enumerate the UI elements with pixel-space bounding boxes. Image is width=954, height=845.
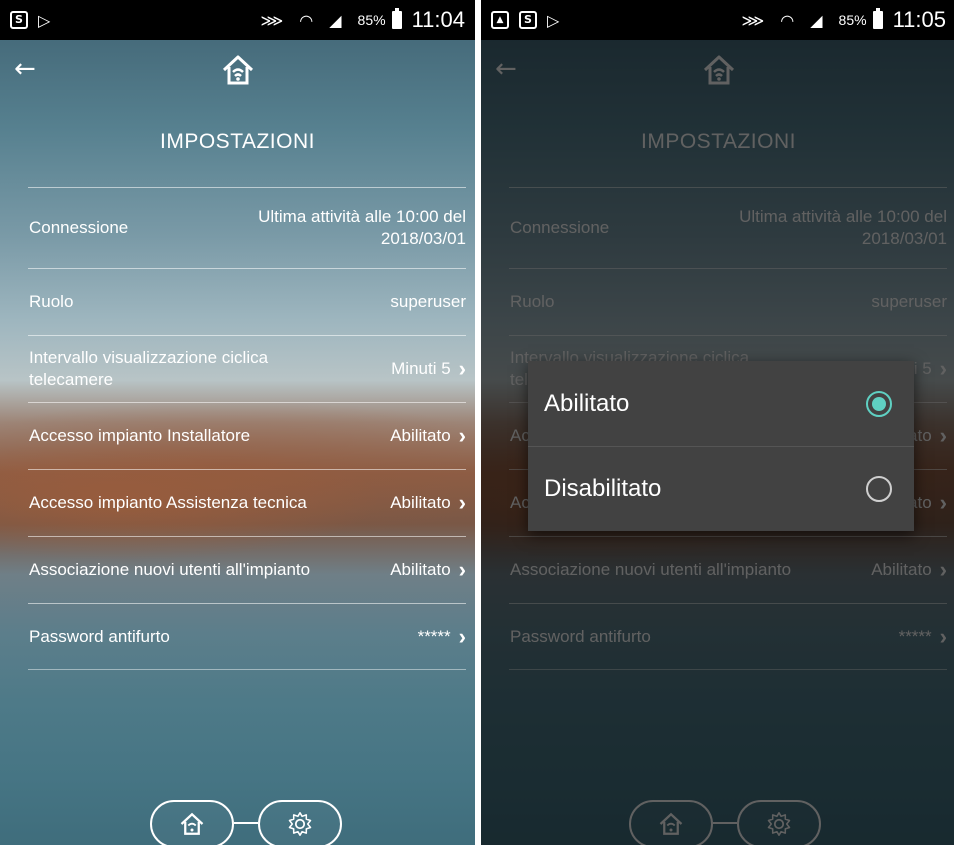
battery-icon bbox=[872, 8, 883, 29]
house-wifi-icon[interactable] bbox=[218, 50, 258, 90]
row-value: Abilitato bbox=[390, 560, 451, 579]
row-label: Accesso impianto Installatore bbox=[29, 426, 251, 445]
wifi-icon: ◠ bbox=[780, 10, 795, 30]
signal-icon: ◢ bbox=[329, 10, 342, 30]
gear-icon bbox=[288, 812, 312, 836]
back-arrow-icon[interactable]: ← bbox=[14, 54, 36, 84]
choice-dialog: Abilitato Disabilitato bbox=[528, 361, 914, 531]
status-bar: S ▷ ⋙ ◠ ◢ 85% 11:04 bbox=[0, 0, 475, 40]
settings-screen: S ▷ ⋙ ◠ ◢ 85% 11:04 ← IMPOSTAZIONI Conne… bbox=[0, 0, 475, 845]
battery-icon bbox=[391, 8, 402, 29]
app-bar: ← bbox=[0, 40, 475, 100]
row-value: Ultima attività alle 10:00 del 2018/03/0… bbox=[258, 207, 466, 248]
settings-tab[interactable] bbox=[258, 800, 342, 845]
chevron-right-icon: › bbox=[458, 356, 466, 381]
chevron-right-icon: › bbox=[458, 557, 466, 582]
mute-icon: ⋙ bbox=[741, 10, 765, 30]
home-tab[interactable] bbox=[150, 800, 234, 845]
row-label: Associazione nuovi utenti all'impianto bbox=[29, 560, 311, 579]
settings-screen-with-dialog: ▲ S ▷ ⋙ ◠ ◢ 85% 11:05 ← IMPOSTAZIONI Con… bbox=[481, 0, 954, 845]
row-ruolo: Ruolo superuser bbox=[28, 268, 466, 335]
battery-percent: 85% bbox=[838, 12, 867, 28]
row-accesso-installatore[interactable]: Accesso impianto Installatore Abilitato › bbox=[28, 402, 466, 469]
option-label: Abilitato bbox=[544, 389, 630, 417]
row-label: Ruolo bbox=[29, 292, 74, 311]
status-bar: ▲ S ▷ ⋙ ◠ ◢ 85% 11:05 bbox=[481, 0, 954, 40]
app-s-icon: S bbox=[519, 11, 537, 29]
row-value: Abilitato bbox=[390, 493, 451, 512]
row-label: Intervallo visualizzazione ciclica telec… bbox=[29, 348, 269, 389]
row-label: Connessione bbox=[29, 218, 129, 237]
row-accesso-assistenza[interactable]: Accesso impianto Assistenza tecnica Abil… bbox=[28, 469, 466, 536]
signal-icon: ◢ bbox=[810, 10, 823, 30]
row-value: Abilitato bbox=[390, 426, 451, 445]
mute-icon: ⋙ bbox=[260, 10, 284, 30]
row-value: superuser bbox=[390, 292, 466, 311]
clock: 11:05 bbox=[892, 7, 946, 32]
page-title: IMPOSTAZIONI bbox=[160, 130, 315, 153]
play-store-icon: ▷ bbox=[547, 10, 560, 30]
row-connessione: Connessione Ultima attività alle 10:00 d… bbox=[28, 187, 466, 268]
row-value: ***** bbox=[417, 626, 451, 646]
row-value: Minuti 5 bbox=[391, 359, 451, 378]
row-password-antifurto[interactable]: Password antifurto ***** › bbox=[28, 603, 466, 670]
option-label: Disabilitato bbox=[544, 475, 662, 502]
play-store-icon: ▷ bbox=[38, 10, 51, 30]
nav-connector bbox=[234, 822, 258, 824]
radio-unselected-icon[interactable] bbox=[866, 476, 892, 502]
chevron-right-icon: › bbox=[458, 623, 466, 649]
row-associazione-utenti[interactable]: Associazione nuovi utenti all'impianto A… bbox=[28, 536, 466, 603]
chevron-right-icon: › bbox=[458, 423, 466, 448]
clock: 11:04 bbox=[411, 7, 465, 32]
option-disabilitato[interactable]: Disabilitato bbox=[528, 446, 914, 531]
row-label: Accesso impianto Assistenza tecnica bbox=[29, 493, 307, 512]
option-abilitato[interactable]: Abilitato bbox=[528, 361, 914, 446]
radio-selected-icon[interactable] bbox=[866, 390, 892, 417]
app-s-icon: S bbox=[10, 11, 28, 29]
settings-list: Connessione Ultima attività alle 10:00 d… bbox=[28, 187, 466, 670]
bottom-nav bbox=[150, 800, 342, 845]
wifi-icon: ◠ bbox=[299, 10, 314, 30]
battery-percent: 85% bbox=[357, 12, 386, 28]
chevron-right-icon: › bbox=[458, 490, 466, 515]
house-wifi-icon bbox=[180, 812, 204, 835]
image-icon: ▲ bbox=[491, 11, 509, 29]
row-intervallo-telecamere[interactable]: Intervallo visualizzazione ciclica telec… bbox=[28, 335, 466, 402]
row-label: Password antifurto bbox=[29, 626, 170, 646]
